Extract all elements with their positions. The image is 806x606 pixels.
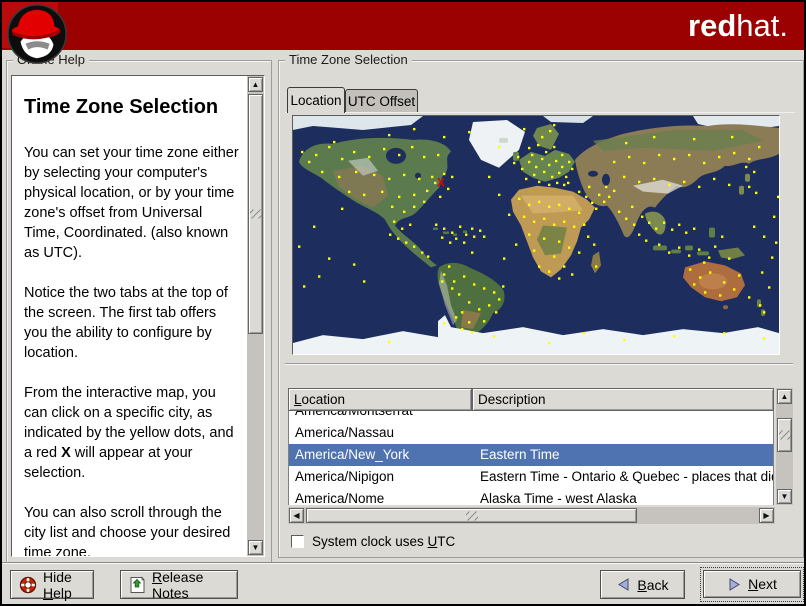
cell-location: America/Montserrat <box>295 411 413 422</box>
banner: redhat. <box>2 2 804 50</box>
separator <box>285 363 793 365</box>
help-scrollbar-thumb[interactable] <box>248 94 263 334</box>
help-paragraph: Notice the two tabs at the top of the sc… <box>24 285 228 361</box>
scroll-left-icon[interactable]: ◀ <box>289 508 304 523</box>
cell-location: America/Nassau <box>295 425 395 440</box>
selected-city-x-marker: X <box>437 176 445 190</box>
timezone-list-vertical-scrollbar[interactable]: ▲ ▼ <box>776 388 793 505</box>
timezone-frame-label: Time Zone Selection <box>285 52 412 67</box>
system-clock-utc-checkbox[interactable] <box>291 534 304 548</box>
world-map[interactable]: X <box>292 115 780 355</box>
column-header-description[interactable]: Description <box>472 388 774 411</box>
table-row[interactable]: America/Nome Alaska Time - west Alaska <box>289 488 773 505</box>
installer-window: redhat. Online Help Time Zone Selection … <box>0 0 806 606</box>
timezone-scrollbar-thumb[interactable] <box>777 418 792 452</box>
release-notes-button[interactable]: Release Notes <box>120 569 238 601</box>
tab-utc-offset[interactable]: UTC Offset <box>345 89 418 113</box>
cell-location: America/Nome <box>295 491 385 505</box>
cell-description: Eastern Time - Ontario & Quebec - places… <box>480 469 773 484</box>
scroll-down-icon[interactable]: ▼ <box>248 540 263 555</box>
footer-separator <box>2 562 804 564</box>
timezone-hscrollbar-thumb[interactable] <box>306 508 637 523</box>
next-arrow-icon <box>729 577 741 591</box>
timezone-frame: Time Zone Selection Location UTC Offset <box>278 52 804 558</box>
table-row[interactable]: America/Nipigon Eastern Time - Ontario & … <box>289 466 773 488</box>
table-row[interactable]: America/Montserrat <box>289 411 773 422</box>
help-text: Time Zone Selection You can set your tim… <box>12 76 247 556</box>
redhat-wordmark: redhat. <box>688 8 788 43</box>
scroll-down-icon[interactable]: ▼ <box>777 489 792 504</box>
timezone-list-horizontal-scrollbar[interactable]: ◀ ▶ <box>288 507 775 524</box>
scroll-up-icon[interactable]: ▲ <box>777 389 792 404</box>
help-viewport: Time Zone Selection You can set your tim… <box>11 75 265 557</box>
cell-location: America/New_York <box>295 447 410 462</box>
help-heading: Time Zone Selection <box>24 96 219 118</box>
scroll-right-icon[interactable]: ▶ <box>759 508 774 523</box>
help-scrollbar[interactable]: ▲ ▼ <box>247 76 264 556</box>
cell-description: Alaska Time - west Alaska <box>480 491 637 505</box>
notebook-edge <box>285 112 795 113</box>
help-paragraph: You can set your time zone either by sel… <box>24 145 239 261</box>
hide-help-button[interactable]: Hide Help <box>10 569 94 601</box>
help-paragraph: You can also scroll through the city lis… <box>24 505 231 556</box>
help-paragraph: From the interactive map, you can click … <box>24 385 234 481</box>
cell-description: Eastern Time <box>480 447 560 462</box>
table-row[interactable]: America/New_York Eastern Time <box>289 444 773 466</box>
next-button[interactable]: Next <box>703 570 801 598</box>
life-ring-icon <box>19 576 37 593</box>
utc-checkbox-row: System clock uses UTC <box>291 532 455 550</box>
tab-location[interactable]: Location <box>287 87 345 113</box>
next-button-focus-ring: Next <box>700 567 804 602</box>
scroll-up-icon[interactable]: ▲ <box>248 77 263 92</box>
column-header-location[interactable]: Location <box>288 388 472 411</box>
timezone-list[interactable]: America/Montserrat America/Nassau America/… <box>288 411 774 505</box>
cell-location: America/Nipigon <box>295 469 395 484</box>
utc-checkbox-label: System clock uses UTC <box>312 533 456 549</box>
online-help-frame: Online Help Time Zone Selection You can … <box>6 52 272 564</box>
back-button[interactable]: Back <box>600 570 685 599</box>
back-arrow-icon <box>618 578 629 591</box>
timezone-table-header: Location Description <box>288 388 774 411</box>
table-row[interactable]: America/Nassau <box>289 422 773 444</box>
release-notes-icon <box>130 575 145 593</box>
redhat-shadowman-icon <box>7 4 67 64</box>
